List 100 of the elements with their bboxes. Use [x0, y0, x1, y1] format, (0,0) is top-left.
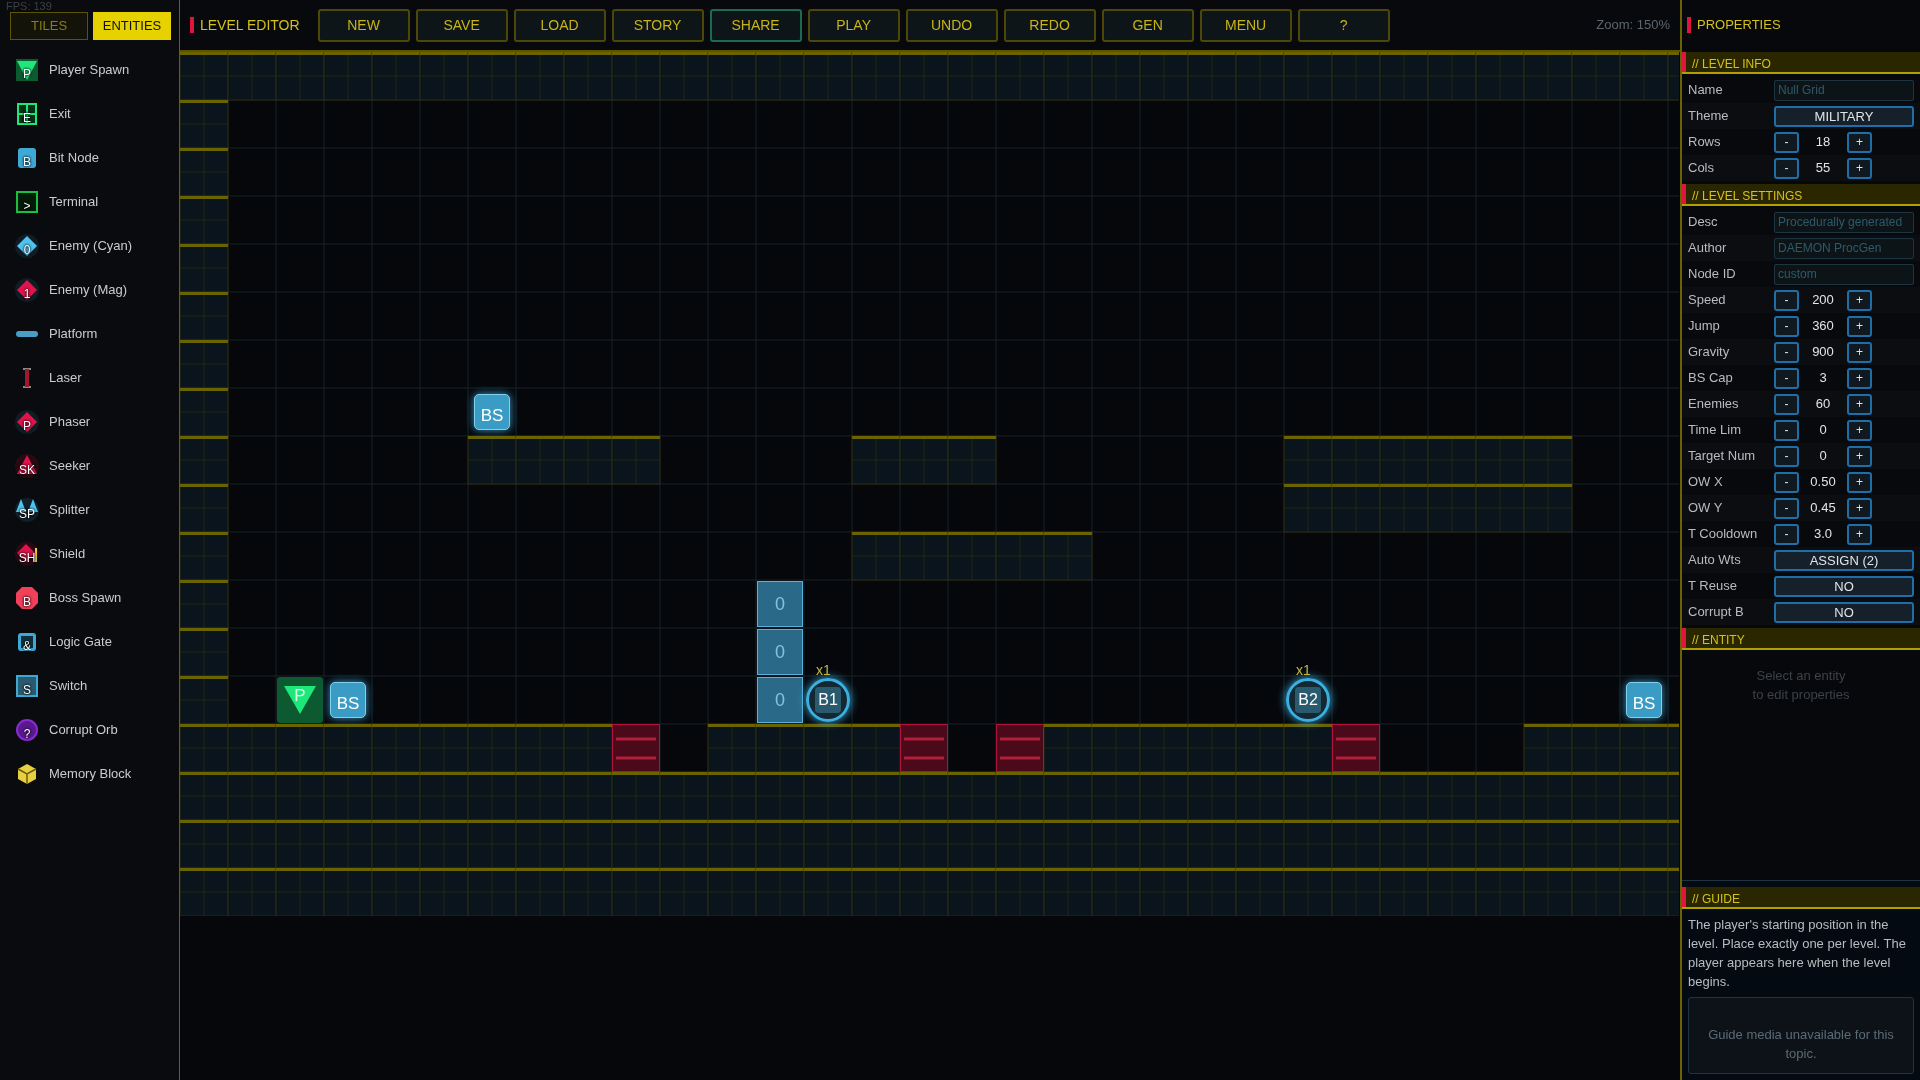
decrement-button[interactable]: -	[1774, 497, 1799, 519]
text-field[interactable]: DAEMON ProcGen	[1774, 237, 1914, 259]
icon-glyph: SK	[18, 464, 36, 477]
laser-tile	[996, 724, 1044, 772]
wall-tile	[995, 867, 1045, 916]
wall-tile	[803, 771, 853, 821]
wall-tile	[1091, 867, 1141, 916]
wall-tile	[563, 435, 613, 485]
wall-tile	[323, 771, 373, 821]
palette-item[interactable]: Boss Spawn	[49, 588, 122, 608]
increment-button[interactable]: +	[1847, 471, 1872, 493]
wall-tile	[1043, 819, 1093, 869]
toolbar-button[interactable]: MENU	[1199, 8, 1292, 42]
palette-item[interactable]: Platform	[49, 324, 98, 344]
player-marker[interactable]	[283, 685, 317, 715]
wall-tile	[899, 867, 949, 916]
wall-tile	[1331, 483, 1381, 533]
decrement-button[interactable]: -	[1774, 523, 1799, 545]
toolbar-button[interactable]: UNDO	[905, 8, 998, 42]
wall-tile	[227, 819, 277, 869]
palette-item[interactable]: Bit Node	[49, 148, 99, 168]
decrement-button[interactable]: -	[1774, 131, 1799, 153]
section-title: // LEVEL SETTINGS	[1692, 188, 1803, 204]
text-field[interactable]: Procedurally generated	[1774, 211, 1914, 233]
decrement-button[interactable]: -	[1774, 367, 1799, 389]
palette-item[interactable]: Logic Gate	[49, 632, 112, 652]
increment-button[interactable]: +	[1847, 315, 1872, 337]
wall-tile	[275, 771, 325, 821]
decrement-button[interactable]: -	[1774, 315, 1799, 337]
increment-button[interactable]: +	[1847, 419, 1872, 441]
palette-item[interactable]: Memory Block	[49, 764, 132, 784]
wall-tile	[1571, 819, 1621, 869]
decrement-button[interactable]: -	[1774, 289, 1799, 311]
wall-tile	[995, 52, 1045, 101]
decrement-button[interactable]: -	[1774, 341, 1799, 363]
palette-item[interactable]: Player Spawn	[49, 60, 130, 80]
toolbar-button[interactable]: STORY	[611, 8, 704, 42]
accent-bar	[1682, 628, 1686, 648]
wall-tile	[467, 52, 517, 101]
palette-item[interactable]: Shield	[49, 544, 86, 564]
palette-item[interactable]: Enemy (Mag)	[49, 280, 128, 300]
toolbar-button[interactable]: GEN	[1101, 8, 1194, 42]
wall-tile	[275, 723, 325, 773]
field-label: BS Cap	[1688, 369, 1734, 388]
wall-tile	[659, 867, 709, 916]
decrement-button[interactable]: -	[1774, 393, 1799, 415]
wall-tile	[1523, 819, 1573, 869]
increment-button[interactable]: +	[1847, 367, 1872, 389]
stepper-value: 0.50	[1809, 473, 1837, 492]
wall-tile	[611, 52, 661, 101]
text-field[interactable]: custom	[1774, 263, 1914, 285]
field-label: Theme	[1688, 107, 1730, 126]
mode-tab[interactable]: ENTITIES	[93, 12, 171, 40]
palette-item[interactable]: Switch	[49, 676, 88, 696]
wall-tile	[1187, 819, 1237, 869]
decrement-button[interactable]: -	[1774, 419, 1799, 441]
value-button[interactable]: MILITARY	[1774, 105, 1914, 127]
toolbar-button[interactable]: LOAD	[513, 8, 606, 42]
text-field[interactable]: Null Grid	[1774, 79, 1914, 101]
accent-bar	[1682, 52, 1686, 72]
toolbar-button[interactable]: SHARE	[709, 8, 802, 42]
bit-node-marker[interactable]: B1	[814, 686, 842, 714]
wall-tile	[371, 819, 421, 869]
wall-tile	[467, 819, 517, 869]
wall-tile	[1187, 723, 1237, 773]
palette-item[interactable]: Splitter	[49, 500, 90, 520]
palette-item[interactable]: Terminal	[49, 192, 99, 212]
increment-button[interactable]: +	[1847, 497, 1872, 519]
toolbar-button[interactable]: PLAY	[807, 8, 900, 42]
palette-item[interactable]: Corrupt Orb	[49, 720, 118, 740]
increment-button[interactable]: +	[1847, 341, 1872, 363]
palette-item[interactable]: Exit	[49, 104, 71, 124]
stepper-value: 200	[1811, 291, 1835, 310]
bit-node-marker[interactable]: B2	[1294, 686, 1322, 714]
mode-tab[interactable]: TILES	[10, 12, 88, 40]
field-label: OW Y	[1688, 499, 1724, 518]
value-button[interactable]: NO	[1774, 575, 1914, 597]
increment-button[interactable]: +	[1847, 445, 1872, 467]
count-label: x1	[816, 662, 831, 678]
increment-button[interactable]: +	[1847, 393, 1872, 415]
decrement-button[interactable]: -	[1774, 157, 1799, 179]
increment-button[interactable]: +	[1847, 523, 1872, 545]
palette-item[interactable]: Phaser	[49, 412, 91, 432]
icon-glyph: B	[22, 596, 32, 609]
increment-button[interactable]: +	[1847, 131, 1872, 153]
decrement-button[interactable]: -	[1774, 445, 1799, 467]
value-button[interactable]: ASSIGN (2)	[1774, 549, 1914, 571]
palette-item[interactable]: Seeker	[49, 456, 91, 476]
increment-button[interactable]: +	[1847, 289, 1872, 311]
icon-glyph: 0	[22, 244, 32, 257]
value-button[interactable]: NO	[1774, 601, 1914, 623]
wall-tile	[1523, 52, 1573, 101]
increment-button[interactable]: +	[1847, 157, 1872, 179]
toolbar-button[interactable]: ?	[1297, 8, 1390, 42]
palette-item[interactable]: Enemy (Cyan)	[49, 236, 133, 256]
palette-item[interactable]: Laser	[49, 368, 82, 388]
decrement-button[interactable]: -	[1774, 471, 1799, 493]
toolbar-button[interactable]: REDO	[1003, 8, 1096, 42]
toolbar-button[interactable]: NEW	[317, 8, 410, 42]
toolbar-button[interactable]: SAVE	[415, 8, 508, 42]
